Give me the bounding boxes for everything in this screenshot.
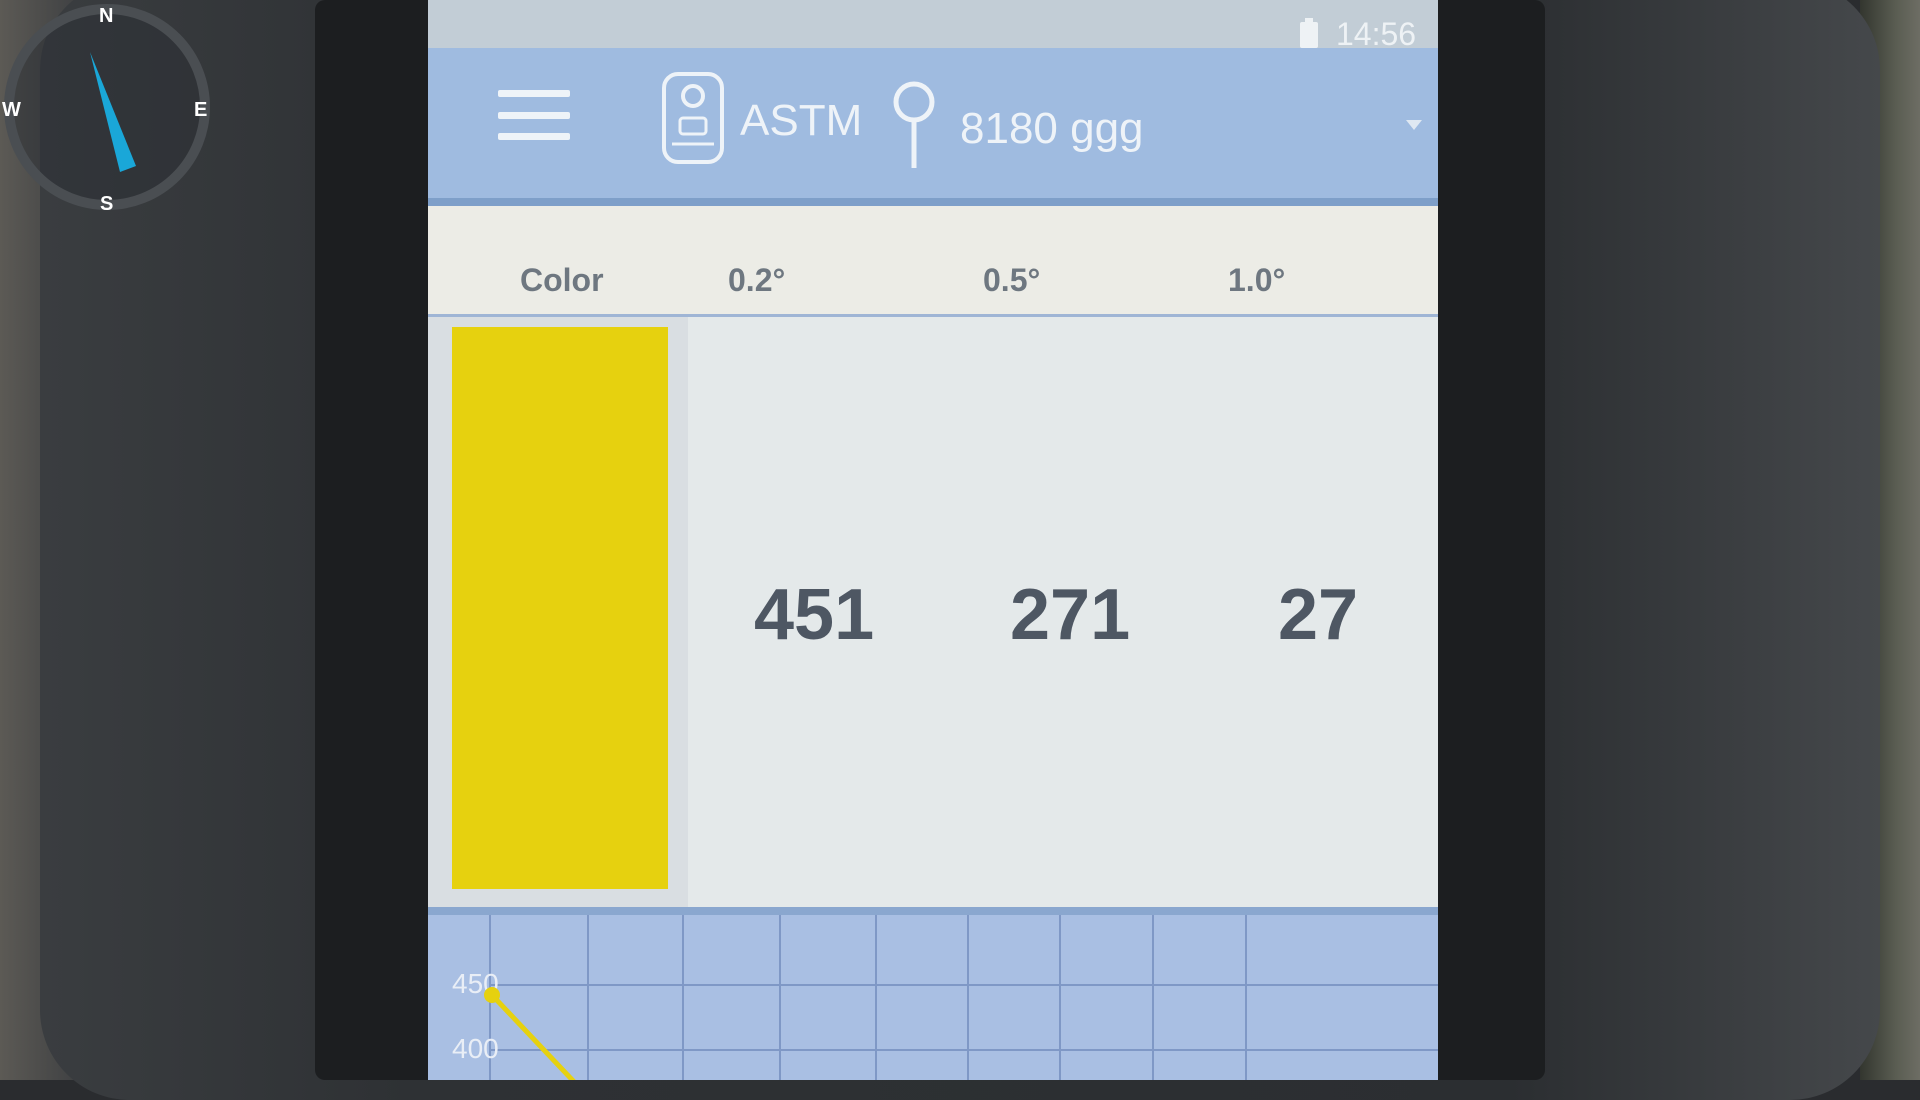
column-headers: Color 0.2° 0.5° 1.0°: [428, 206, 1438, 317]
battery-icon: [1300, 18, 1318, 48]
chart-grid: [489, 915, 1438, 1080]
menu-icon-line: [498, 90, 570, 97]
trend-chart-svg: 450 400: [452, 915, 1438, 1080]
chevron-down-icon[interactable]: [1406, 120, 1422, 130]
trend-chart: 450 400: [428, 915, 1438, 1080]
compass-widget: N S E W: [2, 4, 210, 214]
standard-label[interactable]: ASTM: [740, 96, 862, 146]
series-line: [490, 993, 576, 1080]
results-panel: 451 271 27: [428, 317, 1438, 907]
color-swatch-area: [428, 317, 688, 907]
menu-icon-line: [498, 133, 570, 140]
retroreflectometer-icon[interactable]: [660, 70, 726, 166]
reading-0-5: 271: [1010, 575, 1131, 655]
data-point: [484, 987, 500, 1003]
column-header-0-2: 0.2°: [728, 262, 786, 298]
compass-east-label: E: [194, 99, 207, 121]
column-header-color: Color: [520, 262, 604, 298]
sample-selector[interactable]: 8180 ggg: [960, 104, 1144, 154]
compass-west-label: W: [2, 99, 21, 121]
color-swatch: [452, 327, 668, 889]
compass-south-label: S: [100, 193, 113, 214]
status-bar: 14:56: [428, 0, 1438, 52]
menu-icon-line: [498, 111, 570, 119]
column-header-0-5: 0.5°: [983, 262, 1041, 298]
y-tick-400: 400: [452, 1033, 499, 1064]
location-pin-icon[interactable]: [888, 78, 940, 170]
reading-0-2: 451: [754, 575, 875, 655]
menu-button[interactable]: [498, 90, 570, 140]
reading-1-0: 27: [1278, 575, 1359, 655]
column-header-1-0: 1.0°: [1228, 262, 1286, 298]
panel-divider: [428, 907, 1438, 915]
app-header: ASTM 8180 ggg: [428, 48, 1438, 206]
compass-north-label: N: [99, 5, 113, 27]
device-screen: 14:56 ASTM 8180 ggg Color 0.2° 0.5° 1.0°: [428, 0, 1438, 1080]
